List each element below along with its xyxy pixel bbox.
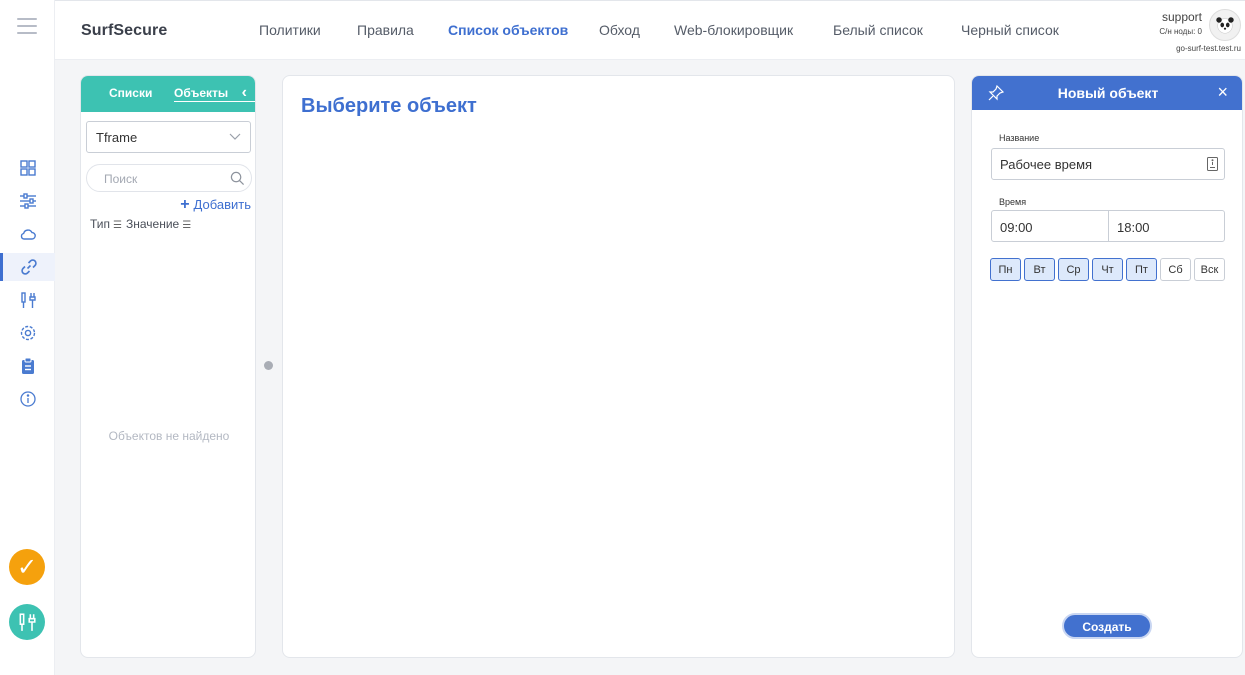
nav-object-list[interactable]: Список объектов <box>448 22 568 38</box>
sort-icon[interactable]: ☰ <box>182 220 191 231</box>
lists-panel: Списки Объекты ‹ Tframe Поиск + Добавить … <box>80 75 256 658</box>
day-toggle-sun[interactable]: Вск <box>1194 258 1225 281</box>
cloud-icon[interactable] <box>0 220 55 248</box>
menu-icon[interactable] <box>17 18 37 34</box>
splitter-handle[interactable] <box>264 361 273 370</box>
check-icon[interactable]: ✓ <box>9 549 45 585</box>
day-toggle-tue[interactable]: Вт <box>1024 258 1055 281</box>
new-object-header: Новый объект × <box>972 76 1242 110</box>
nav-blacklist[interactable]: Черный список <box>961 22 1059 38</box>
time-to-input[interactable]: 18:00 <box>1108 210 1225 242</box>
search-icon <box>230 171 245 186</box>
day-toggle-wed[interactable]: Ср <box>1058 258 1089 281</box>
user-info[interactable]: support С/н ноды: 0 <box>1159 10 1202 36</box>
brand-logo: SurfSecure <box>81 22 168 39</box>
list-select-value: Tframe <box>96 130 138 145</box>
name-field[interactable]: Рабочее время <box>991 148 1225 180</box>
day-toggle-sat[interactable]: Сб <box>1160 258 1191 281</box>
sort-icon[interactable]: ☰ <box>113 220 122 231</box>
dashboard-icon[interactable] <box>0 154 55 182</box>
empty-state: Объектов не найдено <box>108 429 230 443</box>
chevron-left-icon[interactable]: ‹ <box>242 84 247 102</box>
avatar[interactable] <box>1209 9 1241 41</box>
add-button[interactable]: + Добавить <box>180 196 251 214</box>
day-toggle-thu[interactable]: Чт <box>1092 258 1123 281</box>
info-icon[interactable] <box>0 385 55 413</box>
user-nodes: С/н ноды: 0 <box>1159 27 1202 36</box>
tools-icon[interactable] <box>0 286 55 314</box>
clipboard-icon[interactable] <box>0 352 55 380</box>
day-toggle-fri[interactable]: Пт <box>1126 258 1157 281</box>
close-icon[interactable]: × <box>1217 82 1228 103</box>
nav-rules[interactable]: Правила <box>357 22 414 38</box>
column-type[interactable]: Тип <box>90 217 110 231</box>
search-placeholder: Поиск <box>104 172 138 186</box>
day-toggle-mon[interactable]: Пн <box>990 258 1021 281</box>
top-bar: SurfSecure Политики Правила Список объек… <box>55 0 1245 60</box>
plus-icon: + <box>180 196 190 213</box>
sliders-icon[interactable] <box>0 187 55 215</box>
name-label: Название <box>999 133 1040 143</box>
chevron-down-icon <box>229 133 241 140</box>
tab-lists[interactable]: Списки <box>109 86 152 100</box>
gear-icon[interactable] <box>0 319 55 347</box>
nav-whitelist[interactable]: Белый список <box>833 22 923 38</box>
create-button[interactable]: Создать <box>1062 613 1152 639</box>
main-panel: Выберите объект <box>282 75 955 658</box>
table-header: Тип ☰ Значение ☰ <box>90 217 195 231</box>
tools-badge-icon[interactable] <box>9 604 45 640</box>
nav-web-blocker[interactable]: Web-блокировщик <box>674 22 793 38</box>
user-name: support <box>1161 10 1202 24</box>
lists-panel-tabs: Списки Объекты ‹ <box>81 76 255 112</box>
name-value: Рабочее время <box>1000 157 1093 172</box>
field-info-icon[interactable] <box>1207 157 1218 171</box>
panel-title: Новый объект <box>1057 85 1159 101</box>
nav-bypass[interactable]: Обход <box>599 22 640 38</box>
nav-policies[interactable]: Политики <box>259 22 321 38</box>
page-title: Выберите объект <box>301 95 477 117</box>
sidebar-rail: ✓ <box>0 0 55 675</box>
link-icon[interactable] <box>0 253 55 281</box>
time-label: Время <box>999 197 1027 207</box>
new-object-panel: Новый объект × Название Рабочее время Вр… <box>971 75 1243 658</box>
user-host: go-surf-test.test.ru <box>1176 44 1241 53</box>
add-label: Добавить <box>193 197 251 212</box>
time-from-input[interactable]: 09:00 <box>991 210 1109 242</box>
column-value[interactable]: Значение <box>126 217 179 231</box>
search-input[interactable]: Поиск <box>86 164 252 192</box>
list-select[interactable]: Tframe <box>86 121 251 153</box>
